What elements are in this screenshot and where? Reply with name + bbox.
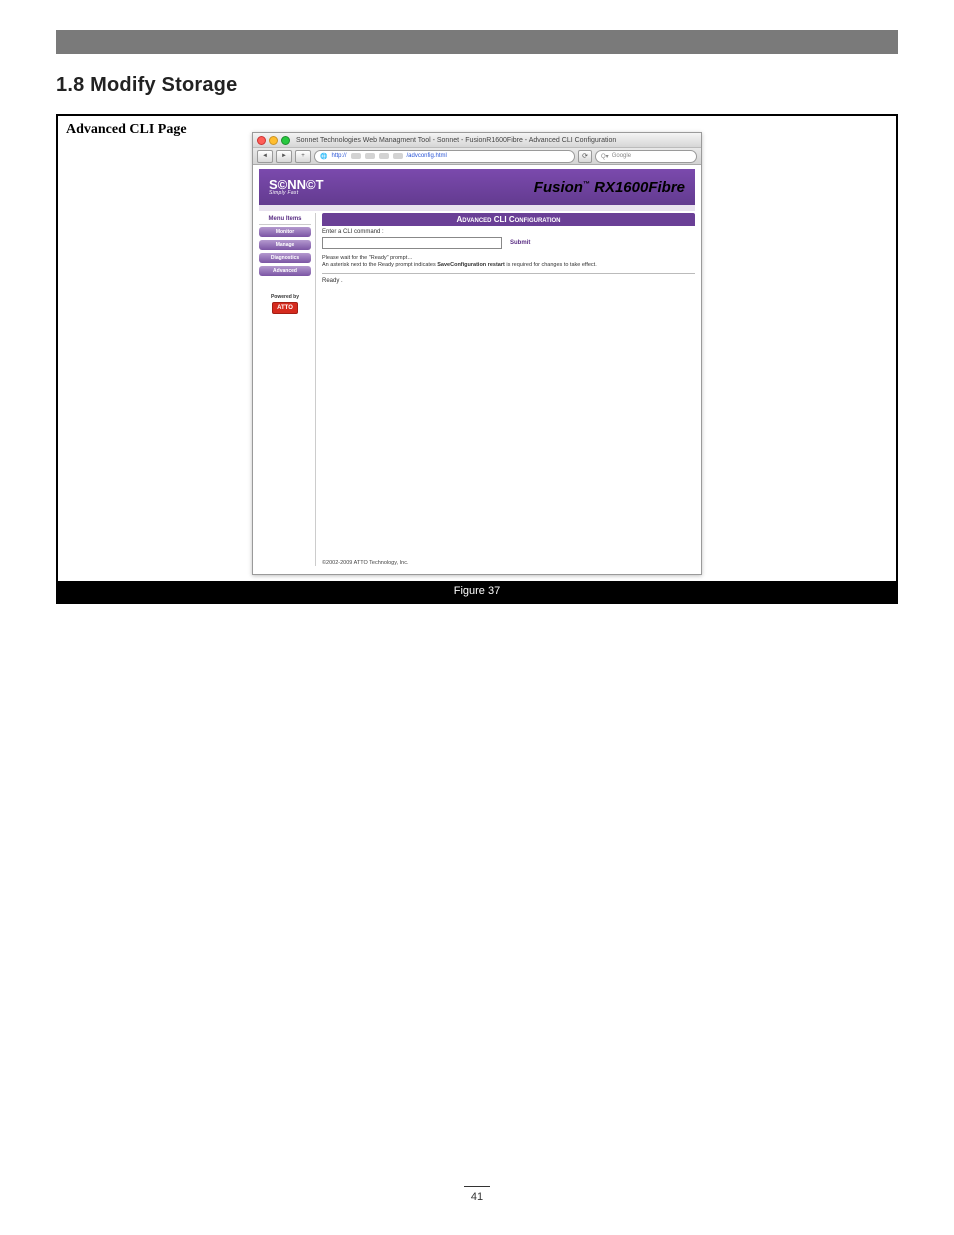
brand-bar: S©NN©T Simply Fast Fusion™ RX1600Fibre — [259, 169, 695, 205]
back-button[interactable]: ◄ — [257, 150, 273, 163]
sidebar: Menu Items Monitor Manage Diagnostics Ad… — [259, 213, 311, 566]
powered-by-label: Powered by — [259, 294, 311, 300]
menu-heading: Menu Items — [259, 213, 311, 225]
help-text: Please wait for the "Ready" prompt… An a… — [322, 255, 695, 274]
sidebar-item-advanced[interactable]: Advanced — [259, 266, 311, 276]
globe-icon: 🌐 — [320, 153, 327, 160]
cli-command-label: Enter a CLI command : — [322, 229, 695, 235]
cli-output-area — [322, 284, 695, 554]
url-redacted — [365, 153, 375, 159]
url-redacted — [379, 153, 389, 159]
header-grey-bar — [56, 30, 898, 54]
figure-caption: Figure 37 — [58, 581, 896, 602]
product-name: Fusion™ RX1600Fibre — [534, 179, 685, 196]
page-number: 41 — [471, 1191, 483, 1203]
sidebar-item-diagnostics[interactable]: Diagnostics — [259, 253, 311, 263]
figure-frame: Advanced CLI Page Sonnet Technologies We… — [56, 114, 898, 604]
browser-toolbar: ◄ ► + 🌐 http:// /advconfig.html ⟳ Q▾ — [253, 148, 701, 165]
web-body: Menu Items Monitor Manage Diagnostics Ad… — [259, 213, 695, 566]
page-footer: 41 — [0, 1186, 954, 1203]
magnifier-icon: Q▾ — [601, 153, 609, 160]
section-heading: 1.8 Modify Storage — [56, 74, 237, 97]
minimize-icon[interactable] — [269, 136, 278, 145]
window-title: Sonnet Technologies Web Managment Tool -… — [296, 137, 616, 144]
traffic-lights — [257, 136, 290, 145]
reload-button[interactable]: ⟳ — [578, 150, 592, 163]
page: 1.8 Modify Storage Advanced CLI Page Son… — [0, 0, 954, 1235]
panel-title: Advanced CLI Configuration — [322, 213, 695, 226]
help-line-2-post: is required for changes to take effect. — [505, 262, 597, 268]
help-line-2-bold: SaveConfiguration restart — [437, 262, 505, 268]
url-prefix: http:// — [331, 153, 346, 159]
trademark-icon: ™ — [583, 181, 590, 188]
screenshot: Sonnet Technologies Web Managment Tool -… — [58, 122, 896, 575]
page-content: S©NN©T Simply Fast Fusion™ RX1600Fibre M… — [253, 165, 701, 574]
product-model: RX1600Fibre — [590, 179, 685, 196]
cli-command-input[interactable] — [322, 237, 502, 249]
help-line-1: Please wait for the "Ready" prompt… — [322, 255, 413, 261]
forward-button[interactable]: ► — [276, 150, 292, 163]
sidebar-item-manage[interactable]: Manage — [259, 240, 311, 250]
url-suffix: /advconfig.html — [407, 153, 447, 159]
url-redacted — [351, 153, 361, 159]
zoom-icon[interactable] — [281, 136, 290, 145]
figure-title: Advanced CLI Page — [66, 122, 187, 138]
browser-titlebar: Sonnet Technologies Web Managment Tool -… — [253, 133, 701, 148]
web-copyright: ©2002-2009 ATTO Technology, Inc. — [322, 560, 695, 566]
browser-search-field[interactable]: Q▾ Google — [595, 150, 697, 163]
add-bookmark-button[interactable]: + — [295, 150, 311, 163]
submit-button[interactable]: Submit — [510, 240, 530, 246]
sidebar-item-monitor[interactable]: Monitor — [259, 227, 311, 237]
product-prefix: Fusion — [534, 179, 583, 196]
help-line-2-pre: An asterisk next to the Ready prompt ind… — [322, 262, 437, 268]
url-redacted — [393, 153, 403, 159]
tab-strip — [259, 205, 695, 211]
atto-badge: ATTO — [272, 302, 298, 314]
close-icon[interactable] — [257, 136, 266, 145]
content-panel: Advanced CLI Configuration Enter a CLI c… — [315, 213, 695, 566]
footer-rule — [464, 1186, 490, 1187]
url-field[interactable]: 🌐 http:// /advconfig.html — [314, 150, 575, 163]
browser-window: Sonnet Technologies Web Managment Tool -… — [252, 132, 702, 575]
cli-command-row: Submit — [322, 237, 695, 249]
search-placeholder: Google — [612, 153, 631, 159]
brand-logo: S©NN©T Simply Fast — [269, 178, 324, 196]
